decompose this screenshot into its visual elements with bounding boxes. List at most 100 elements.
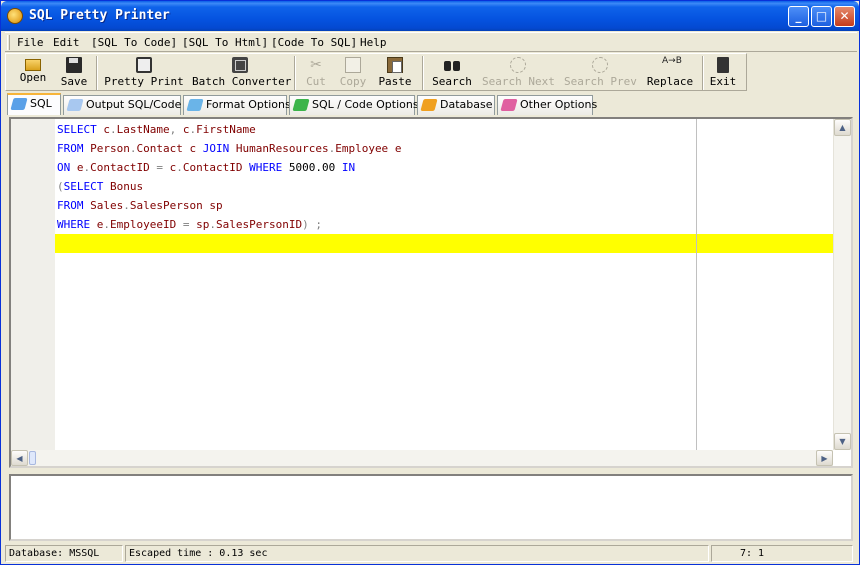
sql-editor[interactable]: 1234567 SELECT c.LastName, c.FirstNameFR… — [9, 117, 853, 468]
code-token: Contact — [136, 142, 190, 155]
status-database: Database: MSSQL — [5, 545, 123, 562]
code-token: sp — [209, 199, 223, 212]
pretty-print-button[interactable]: Pretty Print — [102, 56, 186, 90]
paste-button[interactable]: Paste — [376, 56, 414, 90]
window-title: SQL Pretty Printer — [29, 8, 170, 23]
tab-format-options[interactable]: Format Options — [183, 95, 291, 115]
search-prev-label: Search Prev — [564, 75, 637, 88]
maximize-button[interactable]: □ — [811, 6, 832, 27]
code-token: c — [189, 142, 203, 155]
right-margin-line — [696, 119, 697, 450]
code-line[interactable]: SELECT c.LastName, c.FirstName — [57, 120, 256, 139]
menu-sql-to-html[interactable]: [SQL To Html] — [182, 36, 268, 49]
code-token: Bonus — [109, 180, 144, 193]
batch-converter-button[interactable]: Batch Converter — [192, 56, 292, 90]
code-line[interactable]: WHERE e.EmployeeID = sp.SalesPersonID) ; — [57, 215, 322, 234]
exit-door-icon — [717, 57, 729, 73]
horizontal-scroll-thumb[interactable] — [29, 451, 36, 465]
pretty-print-icon — [136, 57, 152, 73]
minimize-button[interactable]: _ — [788, 6, 809, 27]
database-tab-icon — [420, 99, 438, 111]
code-token: e — [76, 161, 84, 174]
code-token: Person — [90, 142, 130, 155]
menu-code-to-sql[interactable]: [Code To SQL] — [271, 36, 357, 49]
code-token: = — [156, 161, 170, 174]
replace-button[interactable]: A→B Replace — [646, 56, 694, 90]
batch-converter-label: Batch Converter — [192, 75, 292, 88]
save-button[interactable]: Save — [56, 56, 92, 90]
code-line[interactable]: ON e.ContactID = c.ContactID WHERE 5000.… — [57, 158, 355, 177]
cut-button[interactable]: ✂ Cut — [300, 56, 332, 90]
code-line[interactable]: (SELECT Bonus — [57, 177, 143, 196]
scroll-up-arrow-icon[interactable]: ▲ — [834, 119, 851, 136]
search-button[interactable]: Search — [430, 56, 474, 90]
tab-database[interactable]: Database — [417, 95, 495, 115]
copy-button[interactable]: Copy — [336, 56, 370, 90]
toolbar-separator — [422, 56, 424, 90]
other-options-tab-icon — [500, 99, 518, 111]
tab-output-sql-code[interactable]: Output SQL/Code — [63, 95, 181, 115]
open-button[interactable]: Open — [14, 56, 52, 90]
menu-grip — [7, 35, 10, 50]
app-window: SQL Pretty Printer _ □ ✕ File Edit [SQL … — [0, 0, 860, 565]
code-token: , — [169, 123, 183, 136]
code-token: ContactID — [90, 161, 157, 174]
code-token: FROM — [57, 142, 91, 155]
code-token: IN — [341, 161, 356, 174]
code-line[interactable]: FROM Sales.SalesPerson sp — [57, 196, 223, 215]
output-pane[interactable] — [9, 474, 853, 541]
scroll-right-arrow-icon[interactable]: ▶ — [816, 450, 833, 466]
tab-sql[interactable]: SQL — [7, 93, 61, 115]
menu-sql-to-code[interactable]: [SQL To Code] — [91, 36, 177, 49]
save-label: Save — [60, 75, 88, 88]
tab-other-options[interactable]: Other Options — [497, 95, 597, 115]
code-token: WHERE — [57, 218, 97, 231]
code-token: 5000.00 — [288, 161, 342, 174]
code-token: LastName — [116, 123, 170, 136]
tab-label: Format Options — [206, 98, 291, 111]
pretty-print-label: Pretty Print — [104, 75, 184, 88]
code-token: SELECT — [57, 123, 104, 136]
title-bar[interactable]: SQL Pretty Printer _ □ ✕ — [1, 1, 859, 31]
copy-icon — [345, 57, 361, 73]
tab-sql-code-options[interactable]: SQL / Code Options — [289, 95, 419, 115]
batch-converter-icon — [232, 57, 248, 73]
scissors-icon: ✂ — [310, 57, 322, 73]
code-token: . — [123, 199, 130, 212]
menu-edit[interactable]: Edit — [53, 36, 80, 49]
code-token: e — [394, 142, 402, 155]
scroll-left-arrow-icon[interactable]: ◀ — [11, 450, 28, 466]
code-token: ON — [57, 161, 77, 174]
horizontal-scrollbar[interactable]: ◀ ▶ — [11, 450, 833, 466]
code-token: Sales — [90, 199, 124, 212]
format-tab-icon — [186, 99, 204, 111]
scroll-down-arrow-icon[interactable]: ▼ — [834, 433, 851, 450]
vertical-scrollbar[interactable]: ▲ ▼ — [833, 119, 851, 450]
cut-label: Cut — [306, 75, 326, 88]
tab-label: SQL / Code Options — [312, 98, 419, 111]
replace-icon: A→B — [662, 56, 682, 66]
toolbar-separator — [294, 56, 296, 90]
close-button[interactable]: ✕ — [834, 6, 855, 27]
menu-file[interactable]: File — [17, 36, 44, 49]
tab-strip: SQL Output SQL/Code Format Options SQL /… — [5, 93, 857, 115]
menu-help[interactable]: Help — [360, 36, 387, 49]
search-next-button[interactable]: Search Next — [482, 56, 555, 90]
code-token: JOIN — [202, 142, 236, 155]
replace-label: Replace — [646, 75, 694, 88]
output-tab-icon — [66, 99, 84, 111]
exit-button[interactable]: Exit — [708, 56, 738, 90]
status-bar: Database: MSSQL Escaped time : 0.13 sec … — [3, 544, 857, 564]
tab-label: Database — [440, 98, 493, 111]
copy-label: Copy — [339, 75, 367, 88]
toolbar-separator — [702, 56, 704, 90]
clipboard-icon — [387, 57, 403, 73]
search-prev-button[interactable]: Search Prev — [564, 56, 637, 90]
code-token: HumanResources — [235, 142, 329, 155]
code-token: SalesPersonID — [215, 218, 303, 231]
paste-label: Paste — [378, 75, 412, 88]
code-token: ( — [57, 180, 64, 193]
code-token: . — [109, 123, 117, 136]
search-prev-icon — [592, 57, 608, 73]
code-line[interactable]: FROM Person.Contact c JOIN HumanResource… — [57, 139, 401, 158]
